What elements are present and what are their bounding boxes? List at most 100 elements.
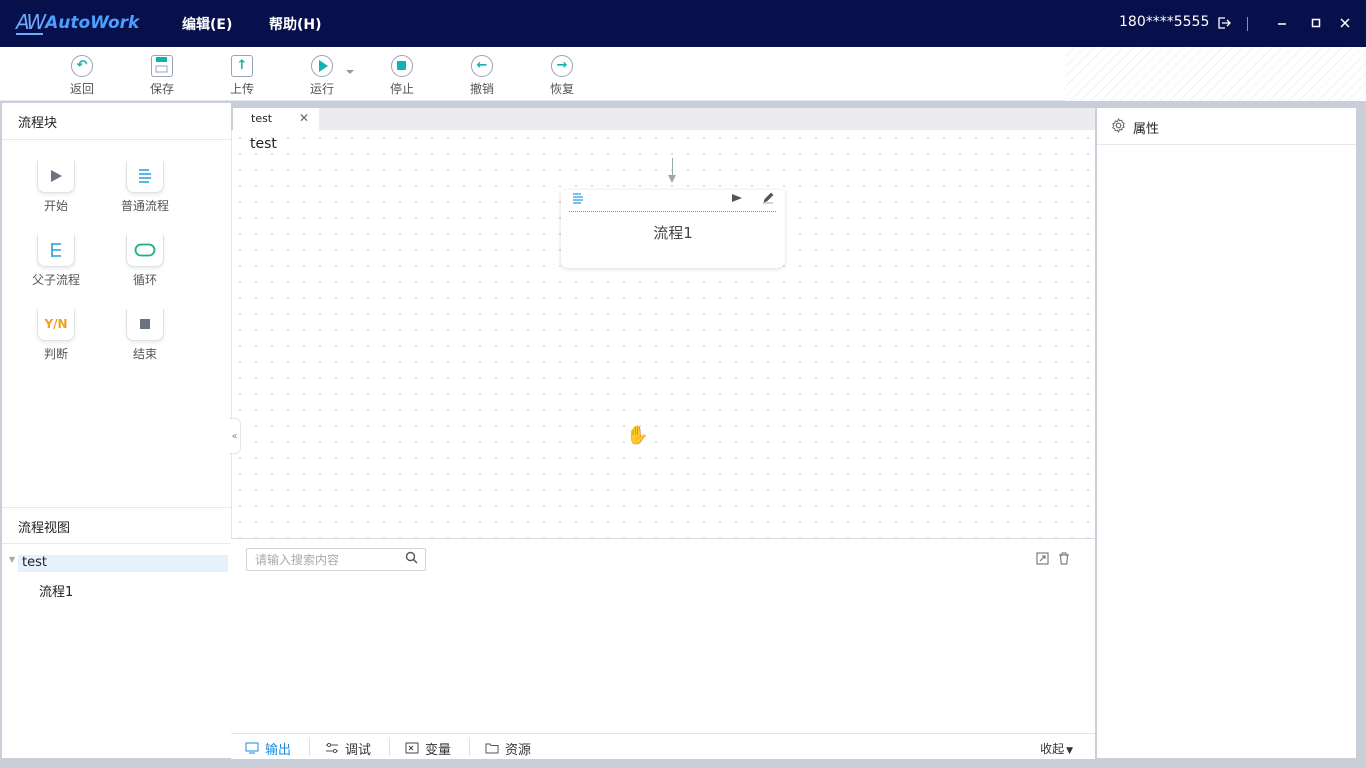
title-divider [1247, 17, 1248, 31]
yn-icon: Y/N [37, 309, 75, 341]
save-button[interactable]: 保存 [142, 55, 182, 97]
tab-resources[interactable]: 资源 [485, 734, 531, 759]
tab-variables[interactable]: 变量 [405, 734, 451, 759]
block-label: 循环 [132, 273, 157, 287]
tab-resources-label: 资源 [505, 743, 532, 758]
properties-title: 属性 [1133, 122, 1160, 137]
upload-button[interactable]: ↑ 上传 [222, 55, 262, 97]
block-label: 父子流程 [31, 273, 80, 287]
loop-icon [126, 235, 164, 267]
redo-button[interactable]: → 恢复 [542, 55, 582, 97]
folder-icon [485, 742, 499, 757]
stop-icon [126, 309, 164, 341]
block-label: 开始 [43, 199, 68, 213]
list-icon [572, 192, 584, 207]
tab-debug[interactable]: 调试 [325, 734, 371, 759]
connector-arrow [668, 175, 676, 183]
run-button[interactable]: 运行 [302, 55, 342, 97]
gear-icon [1111, 117, 1126, 137]
toolbar: ↶ 返回 保存 ↑ 上传 运行 停止 ← 撤销 → 恢复 [0, 47, 1366, 101]
upload-icon: ↑ [231, 55, 253, 77]
block-parent-child[interactable]: 父子流程 [26, 235, 86, 288]
export-icon[interactable] [1035, 552, 1049, 566]
block-condition[interactable]: Y/N 判断 [26, 309, 86, 362]
logo-mark: AW [16, 10, 46, 35]
play-icon [311, 55, 333, 77]
block-start[interactable]: 开始 [26, 161, 86, 214]
save-icon [151, 55, 173, 77]
menu-edit[interactable]: 编辑(E) [182, 14, 232, 34]
tree-root[interactable]: test [22, 555, 47, 570]
blocks-title: 流程块 [2, 103, 231, 140]
window-frame-right [1358, 101, 1366, 768]
minimize-icon[interactable] [1275, 16, 1289, 30]
stop-button[interactable]: 停止 [382, 55, 422, 97]
node-edit-icon[interactable] [762, 192, 774, 207]
tab-label: test [251, 112, 273, 125]
collapse-left-icon[interactable]: « [229, 418, 241, 454]
block-label: 结束 [132, 347, 157, 361]
tab-close-icon[interactable]: ✕ [299, 111, 309, 125]
tab-output[interactable]: 输出 [245, 734, 291, 759]
list-icon [126, 161, 164, 193]
node-run-icon[interactable] [731, 192, 743, 207]
caret-down-icon: ▼ [1066, 746, 1073, 756]
title-bar: AW AutoWork 编辑(E) 帮助(H) 180****5555 [0, 0, 1366, 47]
bottom-tabs: 输出 调试 变量 资源 收起 ▼ [231, 733, 1095, 759]
flow-node[interactable]: 流程1 [561, 190, 785, 268]
logo-name: AutoWork [45, 13, 140, 33]
node-label: 流程1 [653, 224, 693, 242]
block-loop[interactable]: 循环 [115, 235, 175, 288]
maximize-icon[interactable] [1309, 16, 1323, 30]
run-label: 运行 [309, 82, 334, 96]
variable-icon [405, 742, 419, 757]
block-end[interactable]: 结束 [115, 309, 175, 362]
tab-variables-label: 变量 [425, 743, 452, 758]
menu-help[interactable]: 帮助(H) [269, 14, 322, 34]
collapse-label: 收起 [1040, 742, 1065, 756]
back-icon: ↶ [71, 55, 93, 77]
editor-tabbar: test ✕ [233, 108, 1095, 130]
tree-caret-icon[interactable]: ▼ [9, 555, 15, 564]
block-label: 普通流程 [120, 199, 169, 213]
save-label: 保存 [149, 82, 174, 96]
run-dropdown-caret[interactable] [346, 70, 354, 74]
canvas-title: test [250, 136, 277, 152]
tree-selection [18, 555, 228, 572]
tree-icon [37, 235, 75, 267]
tab-test[interactable]: test ✕ [233, 108, 319, 130]
logout-icon[interactable] [1217, 16, 1231, 30]
tab-divider [389, 738, 390, 756]
flow-view-title: 流程视图 [2, 507, 231, 544]
close-icon[interactable] [1338, 16, 1352, 30]
tree-child[interactable]: 流程1 [39, 581, 73, 600]
stop-label: 停止 [389, 82, 414, 96]
monitor-icon [245, 742, 259, 757]
properties-panel: 属性 [1097, 108, 1356, 758]
tab-output-label: 输出 [265, 743, 292, 758]
user-phone[interactable]: 180****5555 [1119, 14, 1209, 30]
undo-button[interactable]: ← 撤销 [462, 55, 502, 97]
hand-cursor-icon: ✋ [626, 425, 649, 446]
arrow-right-icon: → [551, 55, 573, 77]
block-normal-flow[interactable]: 普通流程 [115, 161, 175, 214]
tab-debug-label: 调试 [345, 743, 372, 758]
properties-header: 属性 [1097, 108, 1356, 145]
back-button[interactable]: ↶ 返回 [62, 55, 102, 97]
block-label: 判断 [43, 347, 68, 361]
search-icon[interactable] [405, 551, 418, 568]
output-pane [231, 538, 1095, 733]
tab-divider [309, 738, 310, 756]
redo-label: 恢复 [549, 82, 574, 96]
app-window: AW AutoWork 编辑(E) 帮助(H) 180****5555 ↶ 返回 [0, 0, 1366, 768]
output-search[interactable] [246, 548, 426, 571]
undo-label: 撤销 [469, 82, 494, 96]
collapse-button[interactable]: 收起 ▼ [1040, 740, 1073, 757]
sliders-icon [325, 742, 339, 757]
tab-divider [469, 738, 470, 756]
search-input[interactable] [247, 549, 397, 570]
stop-icon [391, 55, 413, 77]
left-panel: 流程块 开始 普通流程 父子流程 循环 Y/N 判断 结束 流程视图 ▼ tes… [2, 103, 231, 758]
trash-icon[interactable] [1057, 552, 1071, 566]
toolbar-pattern [1066, 47, 1366, 101]
